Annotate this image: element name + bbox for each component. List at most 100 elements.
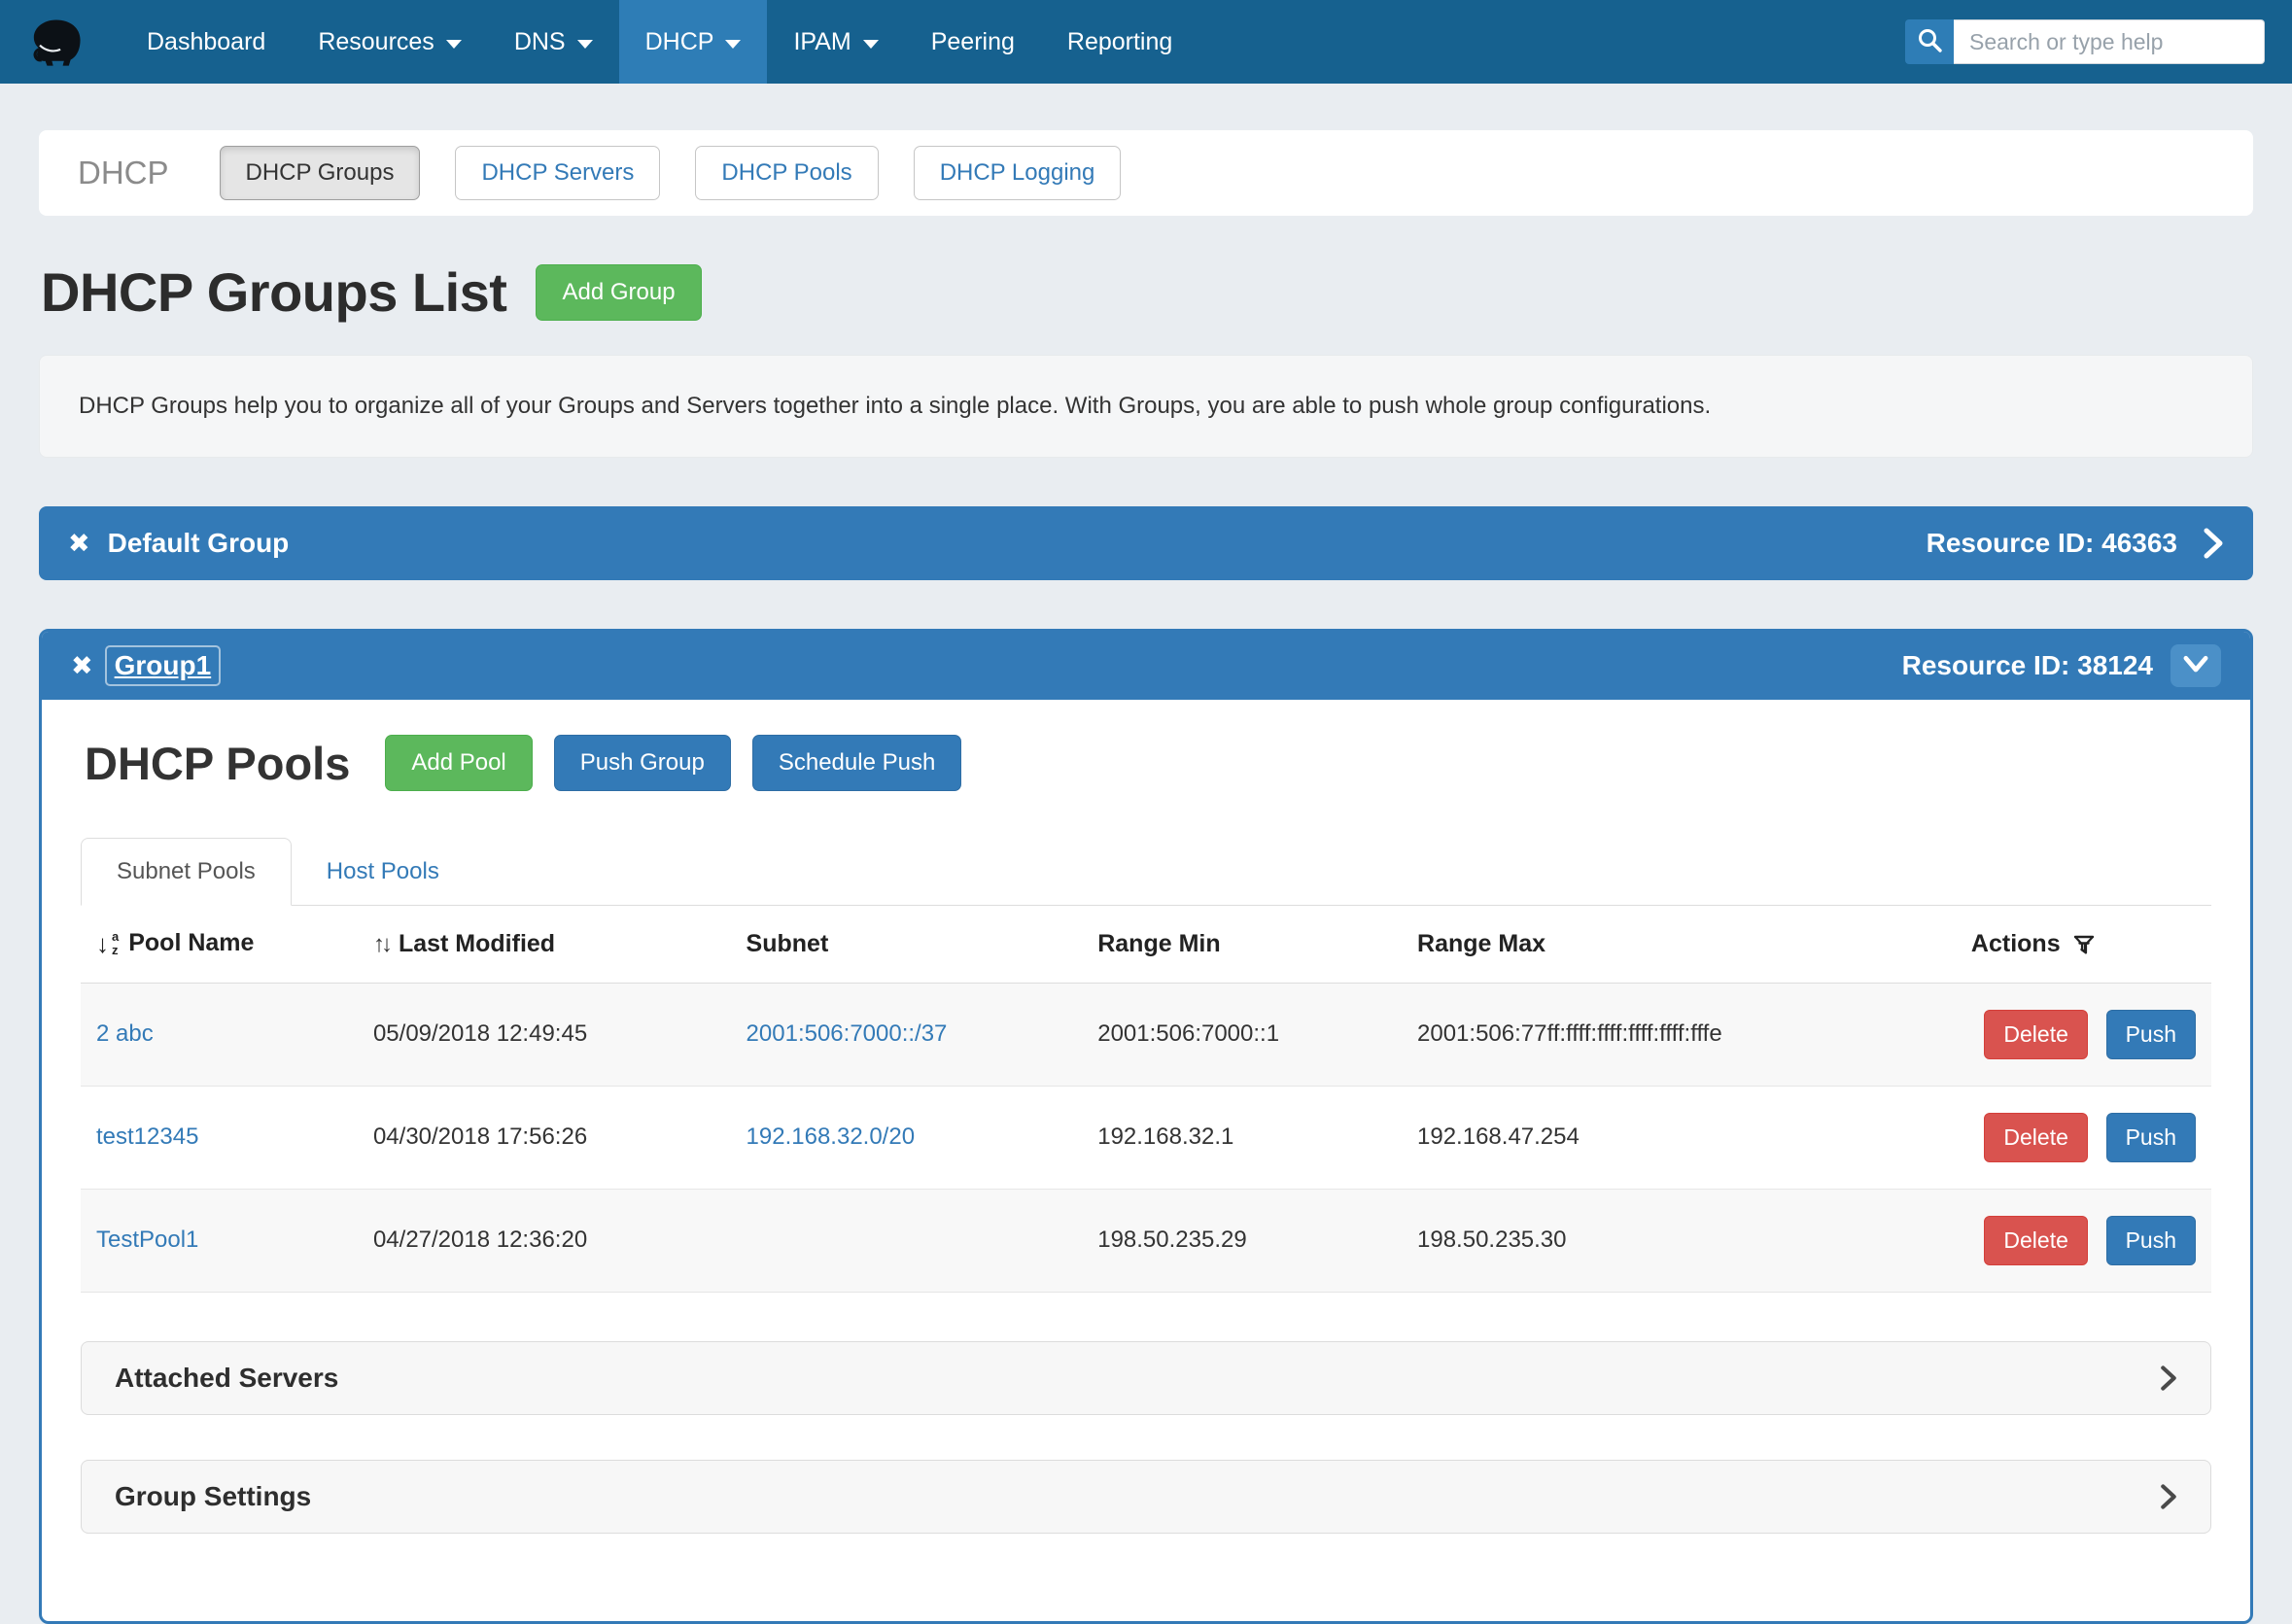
chevron-right-icon xyxy=(2160,1482,2177,1511)
attached-servers-accordion[interactable]: Attached Servers xyxy=(81,1341,2211,1415)
group-settings-accordion[interactable]: Group Settings xyxy=(81,1460,2211,1534)
nav-item-dashboard[interactable]: Dashboard xyxy=(121,0,292,84)
delete-button[interactable]: Delete xyxy=(1984,1216,2087,1265)
nav-item-reporting[interactable]: Reporting xyxy=(1041,0,1198,84)
push-group-button[interactable]: Push Group xyxy=(554,735,731,791)
dhcp-pools-button[interactable]: DHCP Pools xyxy=(695,146,878,200)
pool-name-link[interactable]: 2 abc xyxy=(96,1020,154,1047)
chevron-right-icon[interactable] xyxy=(2203,527,2224,560)
search-input[interactable] xyxy=(1954,19,2265,64)
column-header-last-modified[interactable]: ↑↓ Last Modified xyxy=(358,906,731,983)
range-min-cell: 192.168.32.1 xyxy=(1082,1086,1402,1189)
push-button[interactable]: Push xyxy=(2106,1010,2196,1059)
remove-group-icon[interactable]: ✖ xyxy=(71,653,93,679)
search-icon xyxy=(1917,27,1943,56)
column-label: Actions xyxy=(1971,930,2061,958)
table-header-row: ↓ az Pool Name ↑↓ Last Modified Subnet xyxy=(81,906,2211,983)
dhcp-groups-button[interactable]: DHCP Groups xyxy=(220,146,421,200)
push-button[interactable]: Push xyxy=(2106,1216,2196,1265)
schedule-push-button[interactable]: Schedule Push xyxy=(752,735,961,791)
add-pool-button[interactable]: Add Pool xyxy=(385,735,532,791)
group-panel-group1: ✖ Group1 Resource ID: 38124 DHCP Pools A… xyxy=(39,629,2253,1624)
add-group-button[interactable]: Add Group xyxy=(536,264,701,321)
group-bar-right: Resource ID: 38124 xyxy=(1902,644,2221,687)
top-navbar: Dashboard Resources DNS DHCP IPAM Peerin… xyxy=(0,0,2292,84)
description-well: DHCP Groups help you to organize all of … xyxy=(39,355,2253,458)
dhcp-servers-button[interactable]: DHCP Servers xyxy=(455,146,660,200)
range-max-cell: 198.50.235.30 xyxy=(1402,1189,1956,1292)
search-button[interactable] xyxy=(1905,19,1954,64)
brand-logo-link[interactable] xyxy=(27,0,87,84)
nav-label: IPAM xyxy=(793,28,851,56)
group1-panel-body: DHCP Pools Add Pool Push Group Schedule … xyxy=(42,700,2250,1621)
range-min-cell: 2001:506:7000::1 xyxy=(1082,983,1402,1086)
column-header-actions[interactable]: Actions xyxy=(1956,906,2211,983)
sort-alpha-letters: az xyxy=(112,930,119,956)
accordion-label: Group Settings xyxy=(115,1481,311,1512)
dhcp-logging-button[interactable]: DHCP Logging xyxy=(914,146,1122,200)
table-row: TestPool1 04/27/2018 12:36:20 198.50.235… xyxy=(81,1189,2211,1292)
column-label: Range Max xyxy=(1417,930,1545,957)
column-header-subnet[interactable]: Subnet xyxy=(731,906,1083,983)
table-row: test12345 04/30/2018 17:56:26 192.168.32… xyxy=(81,1086,2211,1189)
subnet-pools-table: ↓ az Pool Name ↑↓ Last Modified Subnet xyxy=(81,906,2211,1293)
nav-item-dns[interactable]: DNS xyxy=(488,0,619,84)
nav-label: DHCP xyxy=(645,28,714,56)
range-max-cell: 2001:506:77ff:ffff:ffff:ffff:ffff:fffe xyxy=(1402,983,1956,1086)
nav-label: DNS xyxy=(514,28,566,56)
nav-item-resources[interactable]: Resources xyxy=(292,0,488,84)
column-header-range-max[interactable]: Range Max xyxy=(1402,906,1956,983)
group-bar-group1[interactable]: ✖ Group1 Resource ID: 38124 xyxy=(42,632,2250,700)
column-label: Last Modified xyxy=(399,930,555,958)
delete-button[interactable]: Delete xyxy=(1984,1010,2087,1059)
dhcp-pools-title: DHCP Pools xyxy=(85,737,350,790)
pool-name-link[interactable]: test12345 xyxy=(96,1123,198,1150)
subnet-link[interactable]: 192.168.32.0/20 xyxy=(747,1123,916,1150)
pools-tabs: Subnet Pools Host Pools xyxy=(81,838,2211,906)
nav-item-dhcp[interactable]: DHCP xyxy=(619,0,768,84)
pool-name-link[interactable]: TestPool1 xyxy=(96,1227,198,1253)
tab-subnet-pools[interactable]: Subnet Pools xyxy=(81,838,292,906)
nav-label: Resources xyxy=(318,28,434,56)
accordion-label: Attached Servers xyxy=(115,1363,338,1394)
delete-button[interactable]: Delete xyxy=(1984,1113,2087,1162)
column-label: Range Min xyxy=(1097,930,1220,957)
push-button[interactable]: Push xyxy=(2106,1113,2196,1162)
main-content: DHCP DHCP Groups DHCP Servers DHCP Pools… xyxy=(0,84,2292,1624)
group-bar-right: Resource ID: 46363 xyxy=(1927,527,2224,560)
caret-down-icon xyxy=(446,40,462,49)
page-title-row: DHCP Groups List Add Group xyxy=(39,260,2253,324)
mammoth-logo-icon xyxy=(27,10,87,75)
sort-alpha-asc-icon: ↓ xyxy=(96,931,109,956)
dhcp-toolbar: DHCP DHCP Groups DHCP Servers DHCP Pools… xyxy=(39,130,2253,216)
last-modified-cell: 04/27/2018 12:36:20 xyxy=(358,1189,731,1292)
column-label: Pool Name xyxy=(128,929,254,957)
chevron-down-icon xyxy=(2181,654,2210,678)
group-name[interactable]: Default Group xyxy=(108,528,290,559)
group-name-link[interactable]: Group1 xyxy=(105,645,222,686)
subnet-link[interactable]: 2001:506:7000::/37 xyxy=(747,1020,948,1047)
dhcp-pools-header: DHCP Pools Add Pool Push Group Schedule … xyxy=(81,735,2211,791)
column-header-range-min[interactable]: Range Min xyxy=(1082,906,1402,983)
column-header-pool-name[interactable]: ↓ az Pool Name xyxy=(81,906,358,983)
filter-icon[interactable] xyxy=(2072,933,2096,956)
collapse-group-button[interactable] xyxy=(2170,644,2221,687)
chevron-right-icon xyxy=(2160,1364,2177,1393)
last-modified-cell: 05/09/2018 12:49:45 xyxy=(358,983,731,1086)
range-max-cell: 192.168.47.254 xyxy=(1402,1086,1956,1189)
last-modified-cell: 04/30/2018 17:56:26 xyxy=(358,1086,731,1189)
resource-id-label: Resource ID: 46363 xyxy=(1927,528,2177,559)
table-row: 2 abc 05/09/2018 12:49:45 2001:506:7000:… xyxy=(81,983,2211,1086)
group-bar-default-group[interactable]: ✖ Default Group Resource ID: 46363 xyxy=(39,506,2253,580)
resource-id-label: Resource ID: 38124 xyxy=(1902,650,2153,681)
tab-host-pools[interactable]: Host Pools xyxy=(292,838,474,905)
nav-label: Dashboard xyxy=(147,28,265,56)
sort-updown-icon: ↑↓ xyxy=(373,931,389,958)
nav-item-ipam[interactable]: IPAM xyxy=(767,0,904,84)
range-min-cell: 198.50.235.29 xyxy=(1082,1189,1402,1292)
remove-group-icon[interactable]: ✖ xyxy=(68,531,90,557)
caret-down-icon xyxy=(577,40,593,49)
nav-item-peering[interactable]: Peering xyxy=(905,0,1041,84)
page-title: DHCP Groups List xyxy=(41,260,506,324)
nav-label: Reporting xyxy=(1067,28,1172,56)
